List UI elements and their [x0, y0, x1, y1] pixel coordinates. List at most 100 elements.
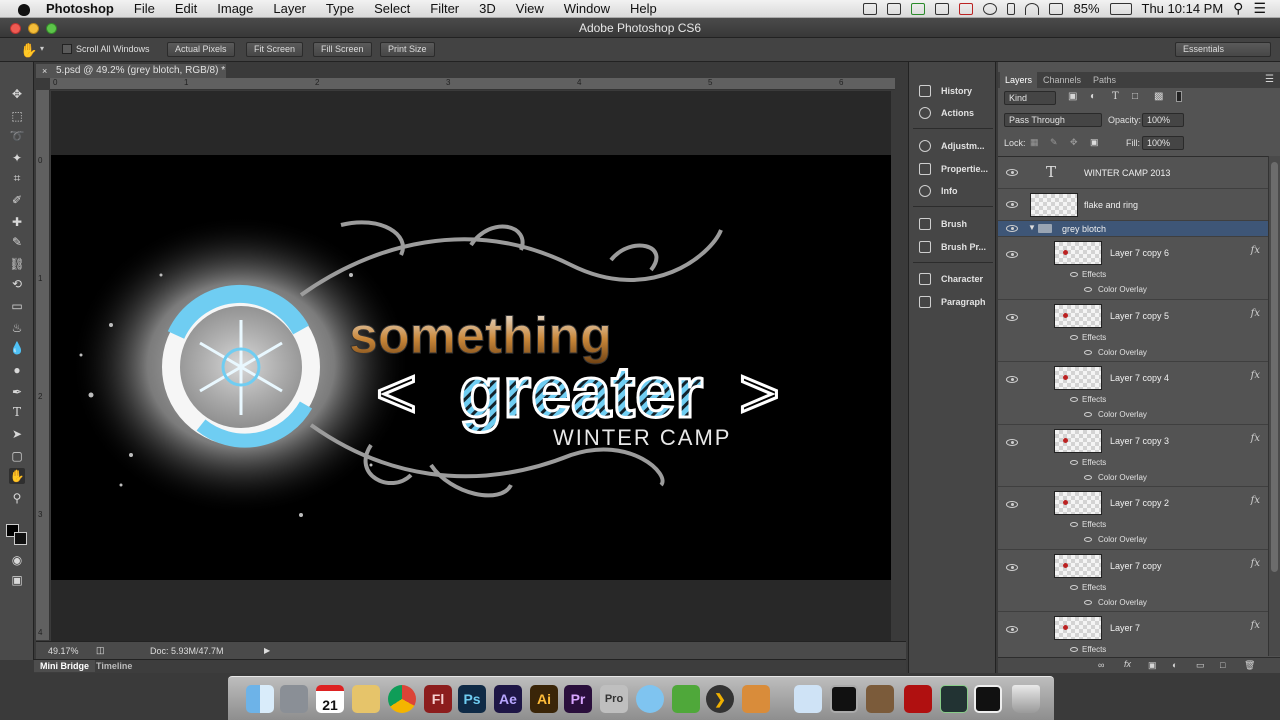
disclosure-triangle-icon[interactable]: ▼	[1028, 223, 1036, 232]
effects-visibility-icon[interactable]	[1070, 647, 1078, 652]
menu-filter[interactable]: Filter	[420, 0, 469, 18]
dock-photo-icon[interactable]	[866, 685, 894, 713]
menu-window[interactable]: Window	[554, 0, 620, 18]
move-tool-icon[interactable]: ✥	[9, 86, 25, 102]
layer-name[interactable]: Layer 7 copy	[1110, 561, 1162, 571]
screen-mode-icon[interactable]: ▣	[9, 572, 25, 588]
add-mask-icon[interactable]: ▣	[1148, 660, 1157, 671]
color-overlay-effect[interactable]: Color Overlay	[1098, 410, 1147, 419]
dock-terminal-icon[interactable]	[830, 685, 858, 713]
close-document-icon[interactable]: ×	[42, 64, 47, 78]
layer-row[interactable]: Layer 7 copy 5 fx Effects Color Overlay	[998, 300, 1268, 362]
pen-tool-icon[interactable]: ✒	[9, 384, 25, 400]
color-overlay-visibility-icon[interactable]	[1084, 287, 1092, 292]
dock-flash-icon[interactable]: Fl	[424, 685, 452, 713]
eyedropper-tool-icon[interactable]: ✐	[9, 192, 25, 208]
dock-evernote-icon[interactable]	[672, 685, 700, 713]
color-overlay-effect[interactable]: Color Overlay	[1098, 598, 1147, 607]
dock-prores-icon[interactable]: Pro	[600, 685, 628, 713]
dock-mail-icon[interactable]	[794, 685, 822, 713]
menu-layer[interactable]: Layer	[263, 0, 316, 18]
ruler-vertical[interactable]: 0 1 2 3 4	[36, 90, 50, 640]
effects-label[interactable]: Effects	[1082, 458, 1106, 467]
filter-pixel-icon[interactable]: ▣	[1068, 91, 1077, 102]
layer-name[interactable]: Layer 7 copy 3	[1110, 436, 1169, 446]
menu-app-photoshop[interactable]: Photoshop	[46, 0, 124, 18]
dock-calendar-icon[interactable]: 21	[316, 685, 344, 713]
dock-keynote-icon[interactable]	[742, 685, 770, 713]
document-canvas[interactable]: something < greater > WINTER CAMP	[51, 155, 891, 580]
dock-finder-icon[interactable]	[246, 685, 274, 713]
filter-shape-icon[interactable]: □	[1132, 91, 1138, 102]
dock-activity-monitor-icon[interactable]	[940, 685, 968, 713]
fill-screen-button[interactable]: Fill Screen	[313, 42, 372, 57]
effects-visibility-icon[interactable]	[1070, 397, 1078, 402]
visibility-eye-icon[interactable]	[1006, 626, 1018, 633]
color-overlay-visibility-icon[interactable]	[1084, 475, 1092, 480]
dock-messages-icon[interactable]	[636, 685, 664, 713]
battery-percent[interactable]: 85%	[1073, 1, 1099, 16]
status-menu-arrow-icon[interactable]: ▶	[264, 646, 270, 655]
color-overlay-effect[interactable]: Color Overlay	[1098, 348, 1147, 357]
evernote-status-icon[interactable]	[911, 2, 926, 15]
menu-type[interactable]: Type	[316, 0, 364, 18]
menu-3d[interactable]: 3D	[469, 0, 506, 18]
zoom-tool-icon[interactable]: ⚲	[9, 490, 25, 506]
layer-effects-icon[interactable]: fx	[1251, 308, 1260, 319]
color-overlay-effect[interactable]: Color Overlay	[1098, 535, 1147, 544]
layers-scrollbar[interactable]	[1268, 156, 1280, 656]
minimize-window-button[interactable]	[28, 23, 39, 34]
delete-layer-icon[interactable]: 🗑	[1244, 660, 1255, 671]
dock-photoshop-icon[interactable]: Ps	[458, 685, 486, 713]
workspace-switcher[interactable]: Essentials	[1175, 42, 1271, 57]
dock-acrobat-icon[interactable]	[904, 685, 932, 713]
effects-visibility-icon[interactable]	[1070, 585, 1078, 590]
path-select-tool-icon[interactable]: ➤	[9, 426, 25, 442]
layer-name[interactable]: Layer 7 copy 6	[1110, 248, 1169, 258]
layer-row[interactable]: Layer 7 copy 4 fx Effects Color Overlay	[998, 362, 1268, 425]
layer-effects-icon[interactable]: fx	[1251, 245, 1260, 256]
status-export-icon[interactable]: ◫	[96, 645, 105, 656]
panel-menu-icon[interactable]: ☰	[1265, 74, 1274, 85]
layer-name[interactable]: Layer 7	[1110, 623, 1140, 633]
brush-tool-icon[interactable]: ✎	[9, 234, 25, 250]
effects-visibility-icon[interactable]	[1070, 522, 1078, 527]
ruler-horizontal[interactable]: 0 1 2 3 4 5 6	[50, 78, 895, 90]
zoom-window-button[interactable]	[46, 23, 57, 34]
color-overlay-visibility-icon[interactable]	[1084, 600, 1092, 605]
opacity-input[interactable]: 100%	[1142, 113, 1184, 127]
background-color-swatch[interactable]	[14, 532, 27, 545]
color-overlay-effect[interactable]: Color Overlay	[1098, 473, 1147, 482]
layer-name[interactable]: Layer 7 copy 5	[1110, 311, 1169, 321]
menu-select[interactable]: Select	[364, 0, 420, 18]
dodge-tool-icon[interactable]: ●	[9, 362, 25, 378]
visibility-eye-icon[interactable]	[1006, 251, 1018, 258]
color-overlay-visibility-icon[interactable]	[1084, 412, 1092, 417]
color-overlay-visibility-icon[interactable]	[1084, 350, 1092, 355]
layer-row[interactable]: Layer 7 copy 2 fx Effects Color Overlay	[998, 487, 1268, 550]
rectangle-tool-icon[interactable]: ▢	[9, 448, 25, 464]
marquee-tool-icon[interactable]: ⬚	[9, 108, 25, 124]
quick-mask-icon[interactable]: ◉	[9, 552, 25, 568]
dock-properties[interactable]: Propertie...	[909, 159, 997, 179]
dock-trash-icon[interactable]	[1012, 685, 1040, 713]
eraser-tool-icon[interactable]: ▭	[9, 298, 25, 314]
tab-layers[interactable]: Layers	[1000, 72, 1038, 88]
layer-effects-icon[interactable]: fx	[1251, 370, 1260, 381]
dock-history[interactable]: History	[909, 81, 997, 101]
layer-row[interactable]: Layer 7 copy 3 fx Effects Color Overlay	[998, 425, 1268, 487]
filter-type-icon[interactable]: T	[1112, 91, 1119, 102]
dock-brush-presets[interactable]: Brush Pr...	[909, 237, 997, 257]
dock-adjustments[interactable]: Adjustm...	[909, 136, 997, 156]
dock-preview-icon[interactable]	[280, 685, 308, 713]
menu-help[interactable]: Help	[620, 0, 667, 18]
effects-label[interactable]: Effects	[1082, 520, 1106, 529]
layer-name[interactable]: flake and ring	[1084, 200, 1138, 210]
lock-transparent-icon[interactable]: ▦	[1030, 137, 1039, 148]
apple-icon[interactable]	[16, 1, 32, 17]
scroll-all-windows-checkbox[interactable]	[62, 44, 72, 54]
dock-actions[interactable]: Actions	[909, 103, 997, 123]
visibility-eye-icon[interactable]	[1006, 201, 1018, 208]
layer-row[interactable]: flake and ring	[998, 189, 1268, 221]
notification-center-icon[interactable]: ☰	[1253, 0, 1266, 17]
